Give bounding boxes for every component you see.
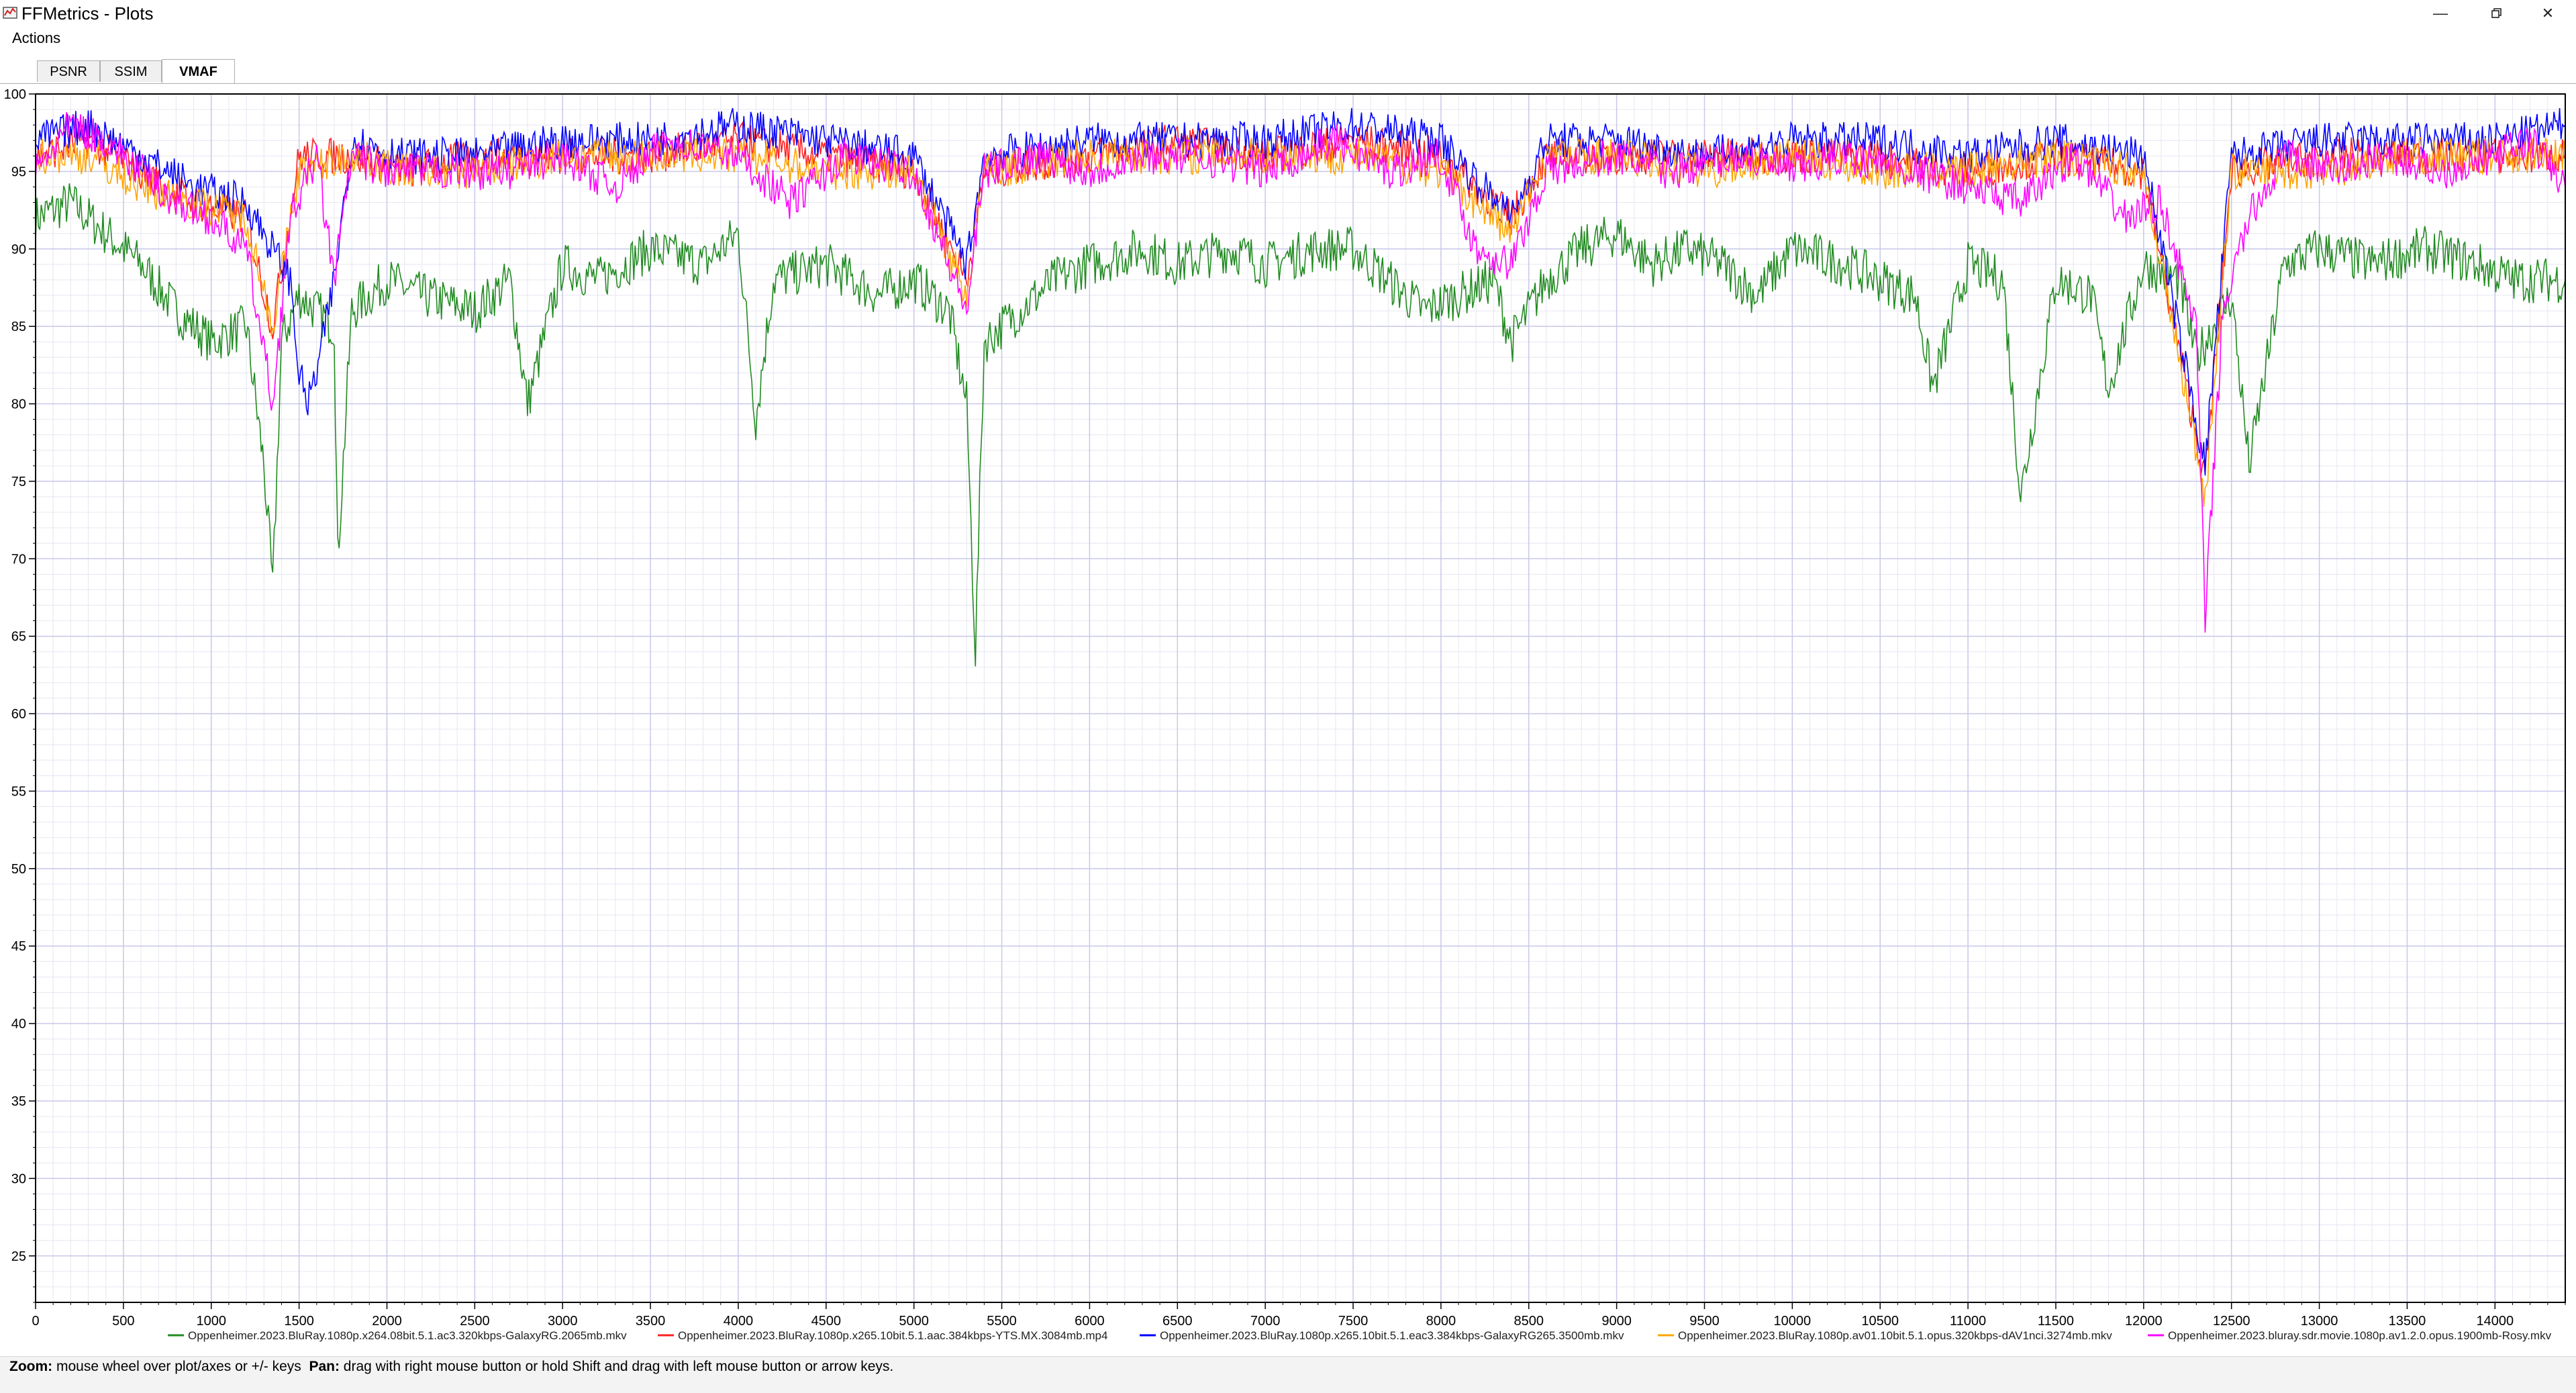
status-bar: Zoom: mouse wheel over plot/axes or +/- … — [0, 1356, 2576, 1393]
app-icon — [3, 7, 17, 19]
vmaf-plot[interactable]: 2530354045505560657075808590951000 500 100… — [0, 84, 2576, 1356]
y-tick-label: 80 — [11, 397, 26, 412]
legend-label: Oppenheimer.2023.BluRay.1080p.x265.10bit… — [1160, 1329, 1624, 1342]
menu-actions[interactable]: Actions — [12, 27, 60, 50]
restore-icon — [2491, 8, 2501, 18]
x-tick-label: 11000 — [1950, 1314, 1986, 1329]
close-button[interactable]: ✕ — [2520, 0, 2576, 27]
x-tick-label: 7500 — [1338, 1314, 1369, 1329]
y-tick-label: 50 — [11, 862, 26, 877]
tab-vmaf[interactable]: VMAF — [162, 59, 235, 84]
x-tick-label: 13000 — [2301, 1314, 2338, 1329]
legend-label: Oppenheimer.2023.BluRay.1080p.x265.10bit… — [678, 1329, 1107, 1342]
x-tick-label: 4500 — [811, 1314, 842, 1329]
y-tick-label: 85 — [11, 320, 26, 334]
y-tick-label: 65 — [11, 630, 26, 644]
pan-help: drag with right mouse button or hold Shi… — [343, 1359, 894, 1374]
y-tick-label: 75 — [11, 475, 26, 489]
x-tick-label: 3500 — [636, 1314, 666, 1329]
x-tick-label: 2500 — [460, 1314, 490, 1329]
x-tick-label: 6500 — [1162, 1314, 1193, 1329]
legend-label: Oppenheimer.2023.bluray.sdr.movie.1080p.… — [2168, 1329, 2552, 1342]
x-tick-label: 5500 — [987, 1314, 1017, 1329]
x-tick-label: 7000 — [1250, 1314, 1281, 1329]
y-tick-label: 30 — [11, 1171, 26, 1186]
y-tick-label: 100 — [4, 87, 26, 102]
minimize-icon: — — [2433, 5, 2448, 21]
pan-label: Pan: — [309, 1359, 340, 1374]
x-tick-label: 11500 — [2038, 1314, 2074, 1329]
x-tick-label: 2000 — [372, 1314, 402, 1329]
y-tick-label: 60 — [11, 707, 26, 722]
x-tick-label: 3000 — [548, 1314, 578, 1329]
y-tick-label: 25 — [11, 1249, 26, 1264]
x-tick-label: 12500 — [2213, 1314, 2250, 1329]
x-tick-label: 13500 — [2389, 1314, 2426, 1329]
menu-bar: Actions — [0, 27, 2576, 50]
x-tick-label: 4000 — [724, 1314, 754, 1329]
y-tick-label: 40 — [11, 1017, 26, 1032]
x-tick-label: 6000 — [1075, 1314, 1105, 1329]
tab-psnr[interactable]: PSNR — [37, 60, 100, 82]
restore-button[interactable] — [2469, 0, 2525, 27]
zoom-label: Zoom: — [9, 1359, 53, 1374]
zoom-help: mouse wheel over plot/axes or +/- keys — [56, 1359, 301, 1374]
tab-strip: PSNR SSIM VMAF — [0, 59, 2576, 84]
x-tick-label: 10000 — [1774, 1314, 1812, 1329]
x-tick-label: 1500 — [284, 1314, 314, 1329]
y-tick-label: 45 — [11, 939, 26, 954]
tab-ssim[interactable]: SSIM — [100, 60, 162, 82]
y-tick-label: 90 — [11, 242, 26, 257]
x-tick-label: 500 — [112, 1314, 134, 1329]
x-tick-label: 12000 — [2125, 1314, 2163, 1329]
x-tick-label: 5000 — [899, 1314, 929, 1329]
y-tick-label: 55 — [11, 784, 26, 799]
status-help-text: Zoom: mouse wheel over plot/axes or +/- … — [9, 1357, 893, 1377]
x-tick-label: 0 — [32, 1314, 39, 1329]
close-icon: ✕ — [2541, 5, 2555, 21]
minimize-button[interactable]: — — [2412, 0, 2469, 27]
x-tick-label: 8000 — [1426, 1314, 1456, 1329]
title-bar: FFMetrics - Plots — ✕ — [0, 0, 2576, 27]
y-tick-label: 95 — [11, 164, 26, 179]
x-tick-label: 14000 — [2476, 1314, 2514, 1329]
x-tick-label: 8500 — [1514, 1314, 1544, 1329]
y-tick-label: 70 — [11, 552, 26, 567]
x-tick-label: 9500 — [1689, 1314, 1720, 1329]
y-tick-label: 35 — [11, 1094, 26, 1109]
legend-label: Oppenheimer.2023.BluRay.1080p.av01.10bit… — [1678, 1329, 2112, 1342]
x-tick-label: 1000 — [196, 1314, 226, 1329]
window-title: FFMetrics - Plots — [21, 3, 154, 23]
x-tick-label: 10500 — [1861, 1314, 1899, 1329]
legend-label: Oppenheimer.2023.BluRay.1080p.x264.08bit… — [188, 1329, 627, 1342]
x-tick-label: 9000 — [1601, 1314, 1632, 1329]
